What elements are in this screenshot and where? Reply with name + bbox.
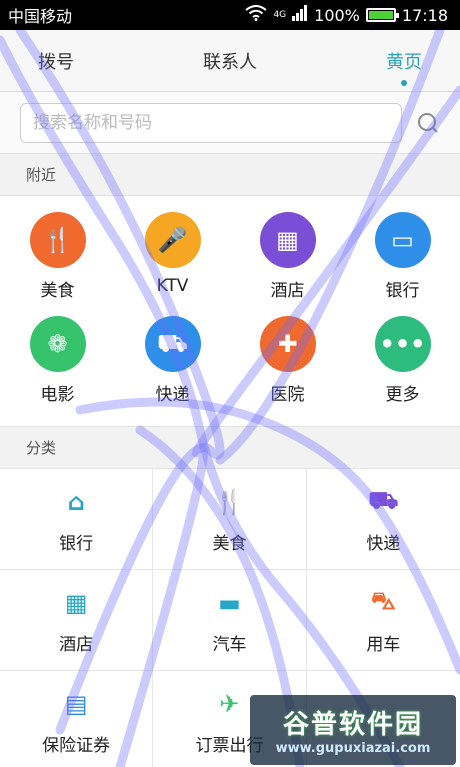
watermark-title: 谷普软件园 — [282, 710, 423, 740]
nearby-item-movie[interactable]: ❁ 电影 — [0, 316, 115, 420]
nearby-item-food[interactable]: 🍴 美食 — [0, 212, 115, 316]
nearby-label: 医院 — [270, 385, 305, 405]
more-dots-icon: ••• — [374, 316, 431, 372]
category-label: 用车 — [366, 634, 401, 655]
category-label: 汽车 — [212, 634, 247, 655]
category-label: 快递 — [366, 533, 401, 554]
food-icon: 🍴 — [29, 212, 86, 268]
search-input[interactable] — [20, 102, 402, 143]
category-label: 银行 — [59, 533, 94, 554]
wifi-icon — [245, 5, 268, 25]
bus-icon: ▬ — [218, 588, 241, 617]
medical-cross-icon: ✚ — [259, 316, 316, 372]
nearby-label: 快递 — [155, 385, 190, 405]
status-bar: 中国移动 4G 100% 17:18 — [0, 0, 460, 30]
tab-contacts[interactable]: 联系人 — [203, 48, 257, 74]
tab-yellow-pages[interactable]: 黄页 — [386, 48, 422, 86]
tab-dialer[interactable]: 拨号 — [38, 48, 74, 74]
airplane-icon: ✈ — [219, 689, 240, 718]
battery-percent: 100% — [314, 5, 360, 25]
film-reel-icon: ❁ — [29, 316, 86, 372]
category-item-car-hire[interactable]: ⛍ 用车 — [306, 570, 460, 671]
nearby-label: 酒店 — [270, 281, 305, 301]
category-item-bank[interactable]: ⌂ 银行 — [0, 469, 154, 570]
category-item-insurance[interactable]: ▤ 保险证券 — [0, 671, 154, 767]
nearby-item-bank[interactable]: ▭ 银行 — [345, 212, 460, 316]
search-bar — [0, 92, 460, 154]
food-icon: 🍴 — [214, 487, 245, 516]
watermark-url: www.gupuxiazai.com — [275, 741, 431, 756]
microphone-icon: 🎤 — [144, 212, 201, 268]
category-item-express[interactable]: ⛟ 快递 — [306, 469, 460, 570]
category-label: 美食 — [212, 533, 247, 554]
taxi-icon: ⛍ — [370, 587, 396, 615]
nearby-label: 电影 — [40, 385, 75, 405]
status-icons: 4G 100% 17:18 — [245, 5, 448, 25]
carrier-name: 中国移动 — [8, 7, 73, 26]
nearby-item-express[interactable]: ⛟ 快递 — [115, 316, 230, 420]
nearby-item-hotel[interactable]: ▦ 酒店 — [230, 212, 345, 316]
category-item-hotel[interactable]: ▦ 酒店 — [0, 570, 154, 671]
nearby-label: 银行 — [385, 281, 420, 301]
top-tabs: 拨号 联系人 黄页 — [0, 30, 460, 92]
section-header-nearby: 附近 — [0, 154, 460, 196]
briefcase-icon: ▤ — [64, 689, 88, 718]
nearby-item-ktv[interactable]: 🎤 KTV — [115, 212, 230, 316]
search-icon[interactable] — [416, 111, 440, 135]
category-label: 保险证券 — [42, 735, 111, 756]
bank-icon: ⌂ — [67, 487, 85, 516]
network-type: 4G — [273, 10, 287, 20]
signal-icon — [292, 5, 308, 25]
nearby-label: 更多 — [385, 385, 420, 405]
building-icon: ▦ — [259, 212, 316, 268]
category-item-auto[interactable]: ▬ 汽车 — [153, 570, 307, 671]
nearby-grid: 🍴 美食 🎤 KTV ▦ 酒店 ▭ 银行 ❁ 电影 ⛟ 快递 ✚ 医院 ••• 更多 — [0, 196, 460, 427]
battery-icon — [365, 8, 399, 22]
category-label: 酒店 — [59, 634, 94, 655]
truck-icon: ⛟ — [144, 316, 201, 372]
section-header-category: 分类 — [0, 427, 460, 469]
building-icon: ▦ — [64, 588, 88, 617]
watermark-logo: 谷普软件园 www.gupuxiazai.com — [250, 695, 456, 765]
nearby-label: KTV — [156, 276, 189, 296]
nearby-item-more[interactable]: ••• 更多 — [345, 316, 460, 420]
nearby-item-hospital[interactable]: ✚ 医院 — [230, 316, 345, 420]
clock: 17:18 — [401, 5, 448, 25]
card-icon: ▭ — [374, 212, 431, 268]
battery-level — [368, 11, 393, 19]
nearby-label: 美食 — [40, 281, 75, 301]
truck-icon: ⛟ — [368, 486, 399, 514]
category-item-food[interactable]: 🍴 美食 — [153, 469, 307, 570]
